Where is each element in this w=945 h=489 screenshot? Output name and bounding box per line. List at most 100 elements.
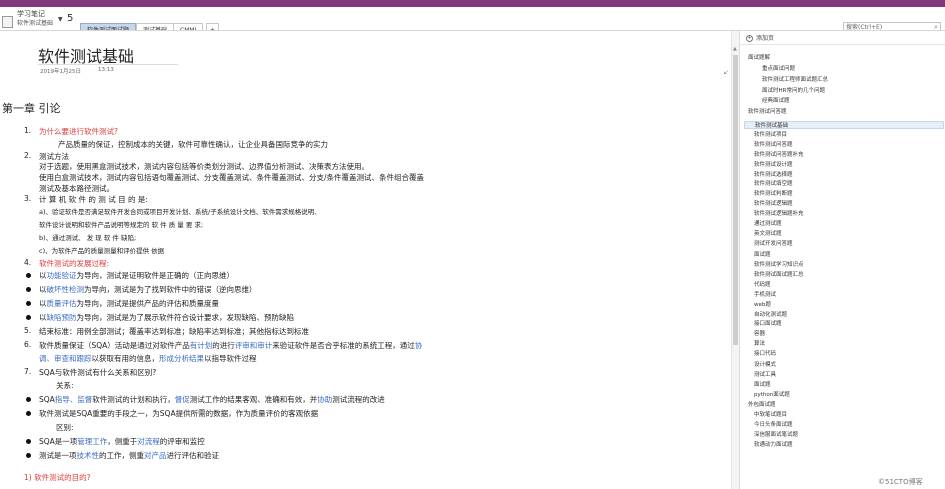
page-list-item[interactable]: 代码题 — [754, 281, 771, 289]
text-line[interactable]: a)、验证软件是否满足软件开发合同或项目开发计划、系统/子系统设计文档、软件需求… — [39, 206, 321, 216]
text-run: SQA是一项 — [39, 437, 78, 446]
page-list-item[interactable]: 面试题解 — [748, 54, 770, 62]
scroll-up-icon[interactable]: ▲ — [733, 46, 737, 52]
chapter-heading[interactable]: 第一章 引论 — [2, 100, 61, 116]
text-run: 测试工作的结果客观、准确和有效，并 — [189, 395, 318, 404]
text-line[interactable]: 测试及基本路径测试。 — [39, 183, 114, 194]
page-list-item[interactable]: 软件测试设计题 — [754, 161, 793, 169]
bullet-item[interactable]: 以功能验证为导向，测试是证明软件是正确的（正向思维） — [39, 270, 234, 281]
list-number: 7. — [24, 367, 32, 376]
bullet-icon — [26, 397, 31, 402]
add-page-button[interactable]: + 添加页 — [746, 33, 774, 42]
bullet-icon — [26, 287, 31, 292]
page-list-item[interactable]: 软件测试项目 — [754, 131, 787, 139]
list-number: 6. — [24, 340, 32, 349]
page-list-item[interactable]: 面试题 — [754, 381, 771, 389]
bullet-item[interactable]: 测试是一项技术性的工作，侧重对产品进行评估和验证 — [39, 450, 219, 461]
notebook-section[interactable]: 软件测试基础 — [17, 18, 53, 27]
list-item[interactable]: 为什么要进行软件测试? — [39, 126, 118, 137]
scroll-thumb[interactable] — [733, 55, 738, 345]
page-list-item[interactable]: 软件测试学习知识点 — [754, 261, 804, 269]
list-number: 4. — [24, 258, 32, 267]
bullet-item[interactable]: 以缺陷预防为导向，测试是为了展示软件符合设计要求，发现缺陷、预防缺陷 — [39, 312, 294, 323]
page-list-item[interactable]: 软件测试问答题 — [748, 108, 787, 116]
page-list-item[interactable]: 经典面试题 — [762, 97, 790, 105]
text-line[interactable]: b)、通过测试、 发 现 软 件 缺陷; — [39, 232, 136, 242]
page-list-item[interactable]: 软件测试选择题 — [754, 171, 793, 179]
chevron-down-icon[interactable]: ▼ — [58, 16, 63, 23]
page-list-item[interactable]: 通过测试题 — [754, 220, 782, 228]
page-list-item[interactable]: 软件测试面试题汇总 — [754, 271, 804, 279]
page-list-item[interactable]: 软件测试问答题补充 — [754, 151, 804, 159]
bullet-icon — [26, 453, 31, 458]
page-list-item[interactable]: 软通动力面试题 — [754, 441, 793, 449]
page-list-item[interactable]: 软件测试逻辑题补充 — [754, 210, 804, 218]
text-run: 为导向，测试是证明软件是正确的（正向思维） — [76, 271, 235, 280]
page-list-item[interactable]: 今日头条面试题 — [754, 421, 793, 429]
text-line[interactable]: 对于选题，使用黑盒测试技术，测试内容包括等价类划分测试、边界值分析测试、决策表方… — [39, 161, 369, 172]
text-line[interactable]: c)、为软件产品的质量测量和评价提供 依据 — [39, 245, 164, 255]
bullet-item[interactable]: 软件测试是SQA重要的手段之一，为SQA提供所需的数据，作为质量评价的客观依据 — [39, 408, 318, 419]
text-run: 协 — [414, 341, 423, 350]
bullet-item[interactable]: 以破坏性检测为导向，测试是为了找到软件中的错误（逆向思维） — [39, 284, 257, 295]
bullet-item[interactable]: 以质量评估为导向，测试是提供产品的评估和质量度量 — [39, 298, 219, 309]
text-run: 的进行 — [212, 341, 235, 350]
expand-icon[interactable]: ⤢ — [724, 67, 728, 77]
text-line[interactable]: 区别: — [56, 422, 74, 433]
page-list-item[interactable]: 算法 — [754, 340, 765, 348]
page-canvas[interactable]: 软件测试基础 2019年1月25日 13:13 ⤢ 第一章 引论 1. 为什么要… — [0, 31, 728, 489]
list-number: 5. — [24, 326, 32, 335]
page-list-item[interactable]: 软件测试判断题 — [754, 190, 793, 198]
page-list-item[interactable]: 手机测试 — [754, 291, 776, 299]
notebook-icon[interactable] — [2, 16, 13, 28]
list-item[interactable]: 1) 软件测试的目的? — [24, 472, 91, 483]
page-list-item[interactable]: 英文测试题 — [754, 230, 782, 238]
page-list-item[interactable]: 测试开发问答题 — [754, 240, 793, 248]
title-underline — [38, 64, 178, 65]
page-list-item[interactable]: 面试时HR常问的几个问题 — [762, 87, 825, 95]
list-number: 1. — [24, 126, 32, 135]
text-line[interactable]: 软件设计说明和软件产品说明等规定的 软 件 质 量 要 求; — [39, 219, 203, 229]
page-list-item[interactable]: 深信服面试笔试题 — [754, 431, 798, 439]
text-run: 为导向，测试是提供产品的评估和质量度量 — [76, 299, 220, 308]
text-run: 督促 — [174, 395, 190, 404]
page-count: 5 — [67, 13, 74, 24]
bullet-item[interactable]: SQA是一项管理工作，侧重于对流程的评审和监控 — [39, 436, 205, 447]
page-list-item[interactable]: web题 — [754, 301, 771, 309]
page-list-item[interactable]: 中软笔试题目 — [754, 411, 787, 419]
list-item[interactable]: SQA与软件测试有什么关系和区别? — [39, 367, 156, 378]
page-list-item[interactable]: 接口面试题 — [754, 320, 782, 328]
page-list-item[interactable]: 自动化测试题 — [754, 311, 787, 319]
text-line[interactable]: 关系: — [56, 380, 74, 391]
text-run: 管理工作 — [77, 437, 108, 446]
page-list-item[interactable]: 重点面试问题 — [762, 65, 795, 73]
list-item[interactable]: 软件测试的发展过程: — [39, 258, 109, 269]
page-date: 2019年1月25日 — [40, 69, 81, 75]
text-run: 形成分析结果 — [159, 354, 204, 363]
text-line[interactable]: 调、审查和跟踪以获取有用的信息，形成分析结果以指导软件过程 — [39, 353, 257, 364]
page-list-item[interactable]: 容器 — [754, 330, 765, 338]
page-list-item[interactable]: 接口代码 — [754, 350, 776, 358]
list-number: 2. — [24, 151, 32, 160]
text-run: 为导向，测试是为了找到软件中的错误（逆向思维） — [84, 285, 257, 294]
text-line[interactable]: 产品质量的保证，控制成本的关键，软件可靠性确认，让企业具备国际竞争的实力 — [58, 139, 328, 150]
list-item[interactable]: 计 算 机 软 件 的 测 试 目 的 是: — [39, 194, 148, 205]
page-list-item[interactable]: 面试题 — [754, 251, 771, 259]
page-list-item[interactable]: 测试工具 — [754, 371, 776, 379]
text-run: 指导、监督 — [54, 395, 93, 404]
page-list-item[interactable]: 软件测试问答题 — [754, 141, 793, 149]
page-list-item[interactable]: python面试题 — [754, 391, 790, 399]
page-list-item[interactable]: 软件测试基础 — [744, 121, 944, 129]
text-run: SQA — [39, 395, 55, 404]
list-item[interactable]: 结束标准：用例全部测试；覆盖率达到标准；缺陷率达到标准；其他指标达到标准 — [39, 326, 309, 337]
page-list-item[interactable]: 软件测试工程师面试题汇总 — [762, 76, 828, 84]
list-item[interactable]: 软件质量保证（SQA）活动是通过对软件产品有计划的进行评审和审计来验证软件是否合… — [39, 340, 422, 351]
text-line[interactable]: 使用白盒测试技术，测试内容包括语句覆盖测试、分支覆盖测试、条件覆盖测试、分支/条… — [39, 172, 424, 183]
page-list-item[interactable]: 设计模式 — [754, 361, 776, 369]
vertical-scrollbar[interactable]: ▲ — [731, 31, 739, 489]
page-list-item[interactable]: 软件测试逻辑题 — [754, 200, 793, 208]
page-list-item[interactable]: 外包面试题 — [748, 401, 776, 409]
page-list-item[interactable]: 软件测试填空题 — [754, 180, 793, 188]
list-number: 3. — [24, 194, 32, 203]
bullet-item[interactable]: SQA指导、监督软件测试的计划和执行，督促测试工作的结果客观、准确和有效，并协助… — [39, 394, 385, 405]
